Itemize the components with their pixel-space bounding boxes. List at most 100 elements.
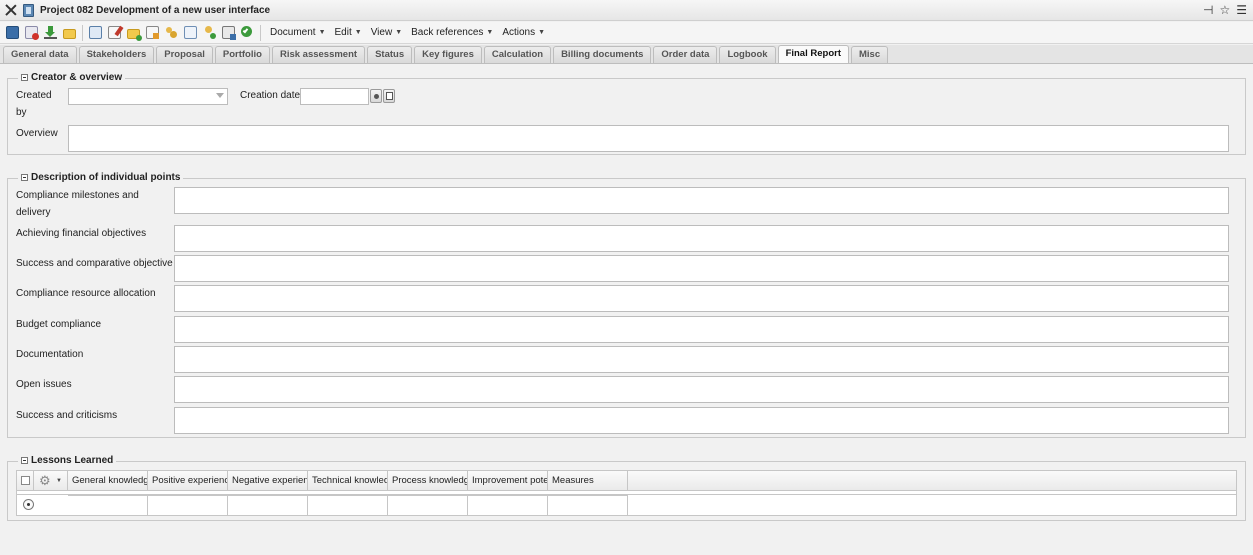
lessons-learned-grid: ⚙ ▼ General knowledge Positive experienc… bbox=[16, 470, 1237, 516]
users-icon[interactable] bbox=[165, 26, 178, 39]
documentation-label: Documentation bbox=[16, 349, 84, 360]
budget-compliance-textarea[interactable] bbox=[174, 316, 1229, 343]
new-row-cell[interactable] bbox=[228, 495, 308, 515]
tab-final-report[interactable]: Final Report bbox=[777, 45, 849, 63]
print-icon[interactable] bbox=[222, 26, 236, 40]
creator-overview-title: Creator & overview bbox=[31, 72, 123, 83]
new-row-cell[interactable] bbox=[388, 495, 468, 515]
calendar-icon[interactable] bbox=[383, 89, 395, 103]
add-row-button[interactable] bbox=[23, 499, 34, 510]
menu-edit-label: Edit bbox=[334, 27, 352, 38]
window-title: Project 082 Development of a new user in… bbox=[40, 4, 271, 16]
col-negative-experience[interactable]: Negative experience bbox=[228, 471, 308, 491]
edit-icon[interactable] bbox=[108, 25, 124, 39]
chevron-down-icon: ▼ bbox=[395, 29, 403, 36]
creation-date-label: Creation date bbox=[240, 90, 301, 101]
col-process-knowledge[interactable]: Process knowledge bbox=[388, 471, 468, 491]
pin-icon[interactable]: ⊣ bbox=[1203, 3, 1213, 17]
toolbar-separator bbox=[260, 24, 261, 41]
compliance-milestones-textarea[interactable] bbox=[174, 187, 1229, 214]
created-by-label-line2: by bbox=[16, 107, 27, 118]
created-by-combo[interactable] bbox=[68, 88, 228, 105]
menu-view[interactable]: View ▼ bbox=[371, 27, 402, 38]
delete-icon[interactable] bbox=[25, 26, 39, 40]
save-icon[interactable] bbox=[6, 26, 19, 39]
collapse-icon[interactable] bbox=[21, 74, 28, 81]
new-row-cell[interactable] bbox=[468, 495, 548, 515]
tab-logbook[interactable]: Logbook bbox=[719, 46, 776, 63]
settings-column: ⚙ ▼ bbox=[34, 471, 68, 491]
add-folder-icon[interactable] bbox=[127, 29, 142, 41]
open-issues-label: Open issues bbox=[16, 379, 72, 390]
new-row-cell[interactable] bbox=[548, 495, 628, 515]
resource-allocation-label: Compliance resource allocation bbox=[16, 288, 156, 299]
comparative-objective-textarea[interactable] bbox=[174, 255, 1229, 282]
financial-objectives-textarea[interactable] bbox=[174, 225, 1229, 252]
check-search-icon[interactable] bbox=[241, 26, 254, 39]
creation-date-input[interactable] bbox=[300, 88, 369, 105]
chevron-down-icon: ▼ bbox=[486, 29, 494, 36]
tab-billing-documents[interactable]: Billing documents bbox=[553, 46, 652, 63]
col-improvement-potential[interactable]: Improvement potential bbox=[468, 471, 548, 491]
toolbar: Document ▼ Edit ▼ View ▼ Back references ▼ A… bbox=[0, 22, 1253, 44]
new-row-cell[interactable] bbox=[308, 495, 388, 515]
col-general-knowledge[interactable]: General knowledge bbox=[68, 471, 148, 491]
col-measures[interactable]: Measures bbox=[548, 471, 628, 491]
chevron-down-icon[interactable] bbox=[216, 93, 224, 98]
title-bar: Project 082 Development of a new user in… bbox=[0, 0, 1253, 21]
financial-objectives-label: Achieving financial objectives bbox=[16, 228, 147, 239]
tab-bar: General data Stakeholders Proposal Portf… bbox=[0, 45, 1253, 64]
success-criticisms-textarea[interactable] bbox=[174, 407, 1229, 434]
creator-overview-legend[interactable]: Creator & overview bbox=[18, 72, 126, 83]
tab-misc[interactable]: Misc bbox=[850, 46, 889, 63]
edit-document-icon[interactable] bbox=[146, 26, 159, 39]
select-all-checkbox[interactable] bbox=[21, 476, 30, 485]
menu-back-references-label: Back references bbox=[411, 27, 484, 38]
col-positive-experience[interactable]: Positive experience bbox=[148, 471, 228, 491]
tab-portfolio[interactable]: Portfolio bbox=[214, 46, 270, 63]
tab-stakeholders[interactable]: Stakeholders bbox=[78, 46, 155, 63]
description-title: Description of individual points bbox=[31, 172, 181, 183]
chevron-down-icon: ▼ bbox=[354, 29, 362, 36]
tab-order-data[interactable]: Order data bbox=[653, 46, 718, 63]
menu-edit[interactable]: Edit ▼ bbox=[335, 27, 362, 38]
new-row-cell[interactable] bbox=[68, 495, 148, 515]
tab-risk-assessment[interactable]: Risk assessment bbox=[271, 46, 366, 63]
collapse-icon[interactable] bbox=[21, 457, 28, 464]
form-icon[interactable] bbox=[89, 26, 102, 39]
new-row-divider bbox=[17, 494, 1236, 495]
overview-textarea[interactable] bbox=[68, 125, 1229, 152]
menu-actions[interactable]: Actions ▼ bbox=[502, 27, 545, 38]
chevron-down-icon: ▼ bbox=[318, 29, 326, 36]
tab-calculation[interactable]: Calculation bbox=[483, 46, 552, 63]
tab-key-figures[interactable]: Key figures bbox=[414, 46, 482, 63]
menu-back-references[interactable]: Back references ▼ bbox=[411, 27, 493, 38]
list-icon[interactable] bbox=[184, 26, 197, 39]
open-issues-textarea[interactable] bbox=[174, 376, 1229, 403]
menu-document-label: Document bbox=[270, 27, 316, 38]
tab-proposal[interactable]: Proposal bbox=[156, 46, 213, 63]
resource-allocation-textarea[interactable] bbox=[174, 285, 1229, 312]
star-icon[interactable]: ☆ bbox=[1219, 3, 1230, 17]
collapse-icon[interactable] bbox=[21, 174, 28, 181]
open-folder-icon[interactable] bbox=[63, 29, 76, 39]
select-all-column bbox=[17, 471, 34, 491]
menu-document[interactable]: Document ▼ bbox=[270, 27, 326, 38]
description-legend[interactable]: Description of individual points bbox=[18, 172, 184, 183]
date-reset-button[interactable] bbox=[370, 89, 382, 103]
toolbar-separator bbox=[82, 24, 83, 41]
close-icon[interactable] bbox=[4, 3, 18, 17]
tab-status[interactable]: Status bbox=[367, 46, 413, 63]
add-user-icon[interactable] bbox=[203, 26, 216, 39]
download-icon[interactable] bbox=[44, 26, 57, 39]
chevron-down-icon[interactable]: ▼ bbox=[56, 471, 62, 491]
tab-general-data[interactable]: General data bbox=[3, 46, 77, 63]
lessons-learned-legend[interactable]: Lessons Learned bbox=[18, 455, 117, 466]
success-criticisms-label: Success and criticisms bbox=[16, 410, 118, 421]
new-row-cell[interactable] bbox=[148, 495, 228, 515]
documentation-textarea[interactable] bbox=[174, 346, 1229, 373]
col-technical-knowledge[interactable]: Technical knowledge bbox=[308, 471, 388, 491]
menu-icon[interactable]: ☰ bbox=[1236, 3, 1247, 17]
compliance-milestones-label: Compliance milestones and bbox=[16, 190, 139, 201]
gear-icon[interactable]: ⚙ bbox=[39, 471, 51, 490]
